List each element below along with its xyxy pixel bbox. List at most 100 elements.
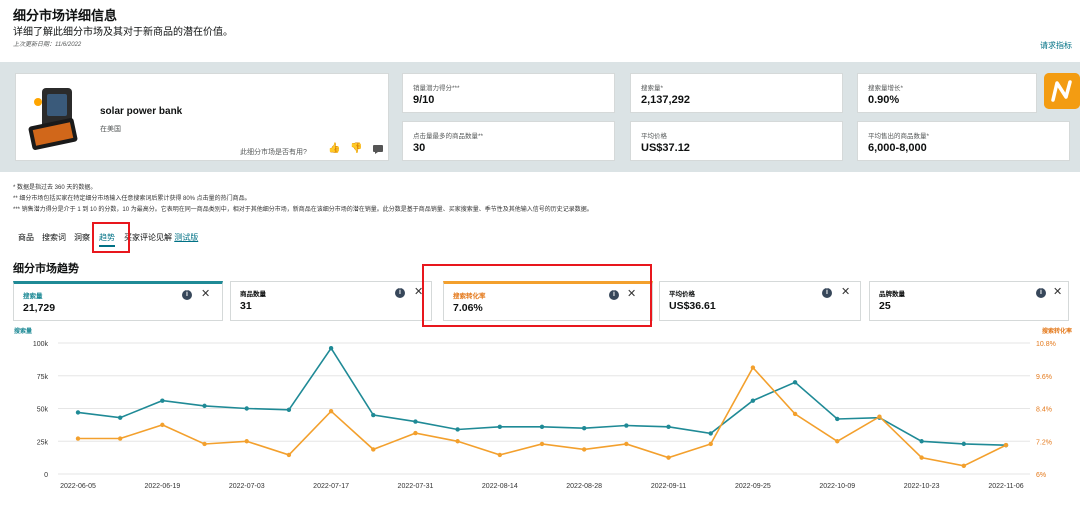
data-point [750, 365, 756, 370]
data-point [286, 452, 292, 458]
data-point [202, 403, 207, 409]
beta-badge: 测试版 [174, 233, 199, 242]
x-tick-label: 2022-07-03 [229, 483, 265, 490]
data-point [792, 380, 798, 385]
x-tick-label: 2022-07-17 [313, 483, 349, 490]
product-region: 在美国 [100, 126, 121, 133]
metric-top-clicked: 点击量最多的商品数量** 30 [402, 121, 615, 161]
trend-card-product-count[interactable]: 商品数量 31 i ✕ [230, 281, 432, 321]
data-point [708, 441, 713, 447]
left-tick-label: 75k [37, 374, 49, 381]
data-point [75, 410, 81, 415]
data-point [581, 425, 587, 431]
close-icon[interactable]: ✕ [841, 285, 850, 298]
data-point [919, 455, 924, 460]
metric-units-sold: 平均售出的商品数量* 6,000-8,000 [857, 121, 1070, 161]
data-point [117, 436, 123, 441]
right-tick-label: 9.6% [1036, 374, 1052, 381]
comment-icon[interactable] [373, 145, 383, 154]
right-tick-label: 10.8% [1036, 341, 1056, 348]
data-point [286, 407, 292, 413]
trend-card-brand-count[interactable]: 品牌数量 25 i ✕ [869, 281, 1069, 321]
x-tick-label: 2022-10-09 [819, 483, 855, 490]
metric-average-price: 平均价格 US$37.12 [630, 121, 843, 161]
data-point [877, 414, 882, 419]
left-tick-label: 0 [44, 472, 48, 479]
right-tick-label: 7.2% [1036, 439, 1052, 446]
data-point [750, 398, 756, 403]
highlight-box-conversion [422, 264, 652, 327]
data-point [539, 424, 545, 430]
tab-insights[interactable]: 洞察 [74, 232, 90, 243]
product-image [28, 88, 78, 150]
data-point [624, 441, 629, 447]
footnote-2: ** 细分市场包括买家在特定细分市场输入任意搜索词后累计获得 80% 点击量的热… [13, 196, 251, 202]
info-icon[interactable]: i [822, 288, 832, 298]
close-icon[interactable]: ✕ [201, 287, 210, 300]
thumbs-up-icon[interactable]: 👍 [328, 143, 340, 154]
page-title: 细分市场详细信息 [13, 8, 118, 23]
data-point [497, 452, 503, 458]
x-tick-label: 2022-11-06 [988, 483, 1023, 490]
left-tick-label: 50k [37, 407, 49, 414]
trend-card-average-price[interactable]: 平均价格 US$36.61 i ✕ [659, 281, 861, 321]
data-point [919, 439, 924, 444]
x-tick-label: 2022-07-31 [398, 483, 434, 490]
x-tick-label: 2022-09-11 [651, 483, 686, 490]
metric-sales-potential: 销量潜力得分*** 9/10 [402, 73, 615, 113]
trend-chart: 100k 10.8% 75k 9.6% 50k 8.4% 25k 7.2% 0 6% 2022-06… [33, 341, 1056, 490]
data-point [835, 416, 840, 422]
series-line [77, 346, 1007, 446]
tab-search-terms[interactable]: 搜索词 [42, 232, 66, 243]
data-point [455, 439, 460, 444]
data-point [539, 441, 545, 447]
thumbs-down-icon[interactable]: 👎 [350, 143, 362, 154]
data-point [75, 436, 81, 441]
tab-products[interactable]: 商品 [18, 232, 34, 243]
data-point [160, 422, 165, 428]
data-point [961, 441, 967, 447]
data-point [244, 439, 249, 444]
x-tick-label: 2022-10-23 [904, 483, 940, 490]
data-point [666, 455, 671, 460]
section-title: 细分市场趋势 [13, 263, 79, 275]
left-tick-label: 100k [33, 341, 49, 348]
data-point [666, 424, 671, 430]
data-point [244, 406, 249, 411]
highlight-box-trends [92, 222, 130, 253]
close-icon[interactable]: ✕ [1053, 285, 1062, 298]
tab-review-insights[interactable]: 买家评论见解 测试版 [124, 232, 198, 243]
data-point [624, 423, 629, 428]
info-icon[interactable]: i [1036, 288, 1046, 298]
data-point [497, 424, 503, 430]
info-icon[interactable]: i [395, 288, 405, 298]
left-tick-label: 25k [37, 439, 49, 446]
data-point [328, 409, 334, 414]
x-tick-label: 2022-06-05 [60, 483, 96, 490]
data-point [455, 427, 460, 432]
data-point [1003, 442, 1009, 448]
request-metrics-link[interactable]: 请求指标 [1040, 40, 1072, 51]
metric-search-growth: 搜索量增长* 0.90% [857, 73, 1037, 113]
data-point [413, 419, 418, 424]
data-point [160, 398, 165, 403]
right-tick-label: 8.4% [1036, 407, 1052, 414]
helpful-question: 此细分市场是否有用? [240, 149, 307, 156]
data-point [413, 430, 418, 436]
x-tick-label: 2022-08-14 [482, 483, 518, 490]
data-point [202, 441, 207, 447]
right-tick-label: 6% [1036, 472, 1046, 479]
info-icon[interactable]: i [182, 290, 192, 300]
data-point [792, 411, 798, 417]
trend-card-search-volume[interactable]: 搜索量 21,729 i ✕ [13, 281, 223, 321]
footnote-3: *** 销售潜力得分是介于 1 到 10 的分数，10 为最高分。它表明在同一商… [13, 207, 593, 213]
data-point [961, 463, 967, 469]
x-tick-label: 2022-08-28 [566, 483, 602, 490]
metric-search-volume: 搜索量* 2,137,292 [630, 73, 843, 113]
series-line [78, 366, 1007, 467]
brand-logo [1044, 73, 1080, 109]
data-point [371, 447, 376, 452]
x-tick-label: 2022-09-25 [735, 483, 771, 490]
data-point [117, 415, 123, 420]
data-point [581, 447, 587, 452]
